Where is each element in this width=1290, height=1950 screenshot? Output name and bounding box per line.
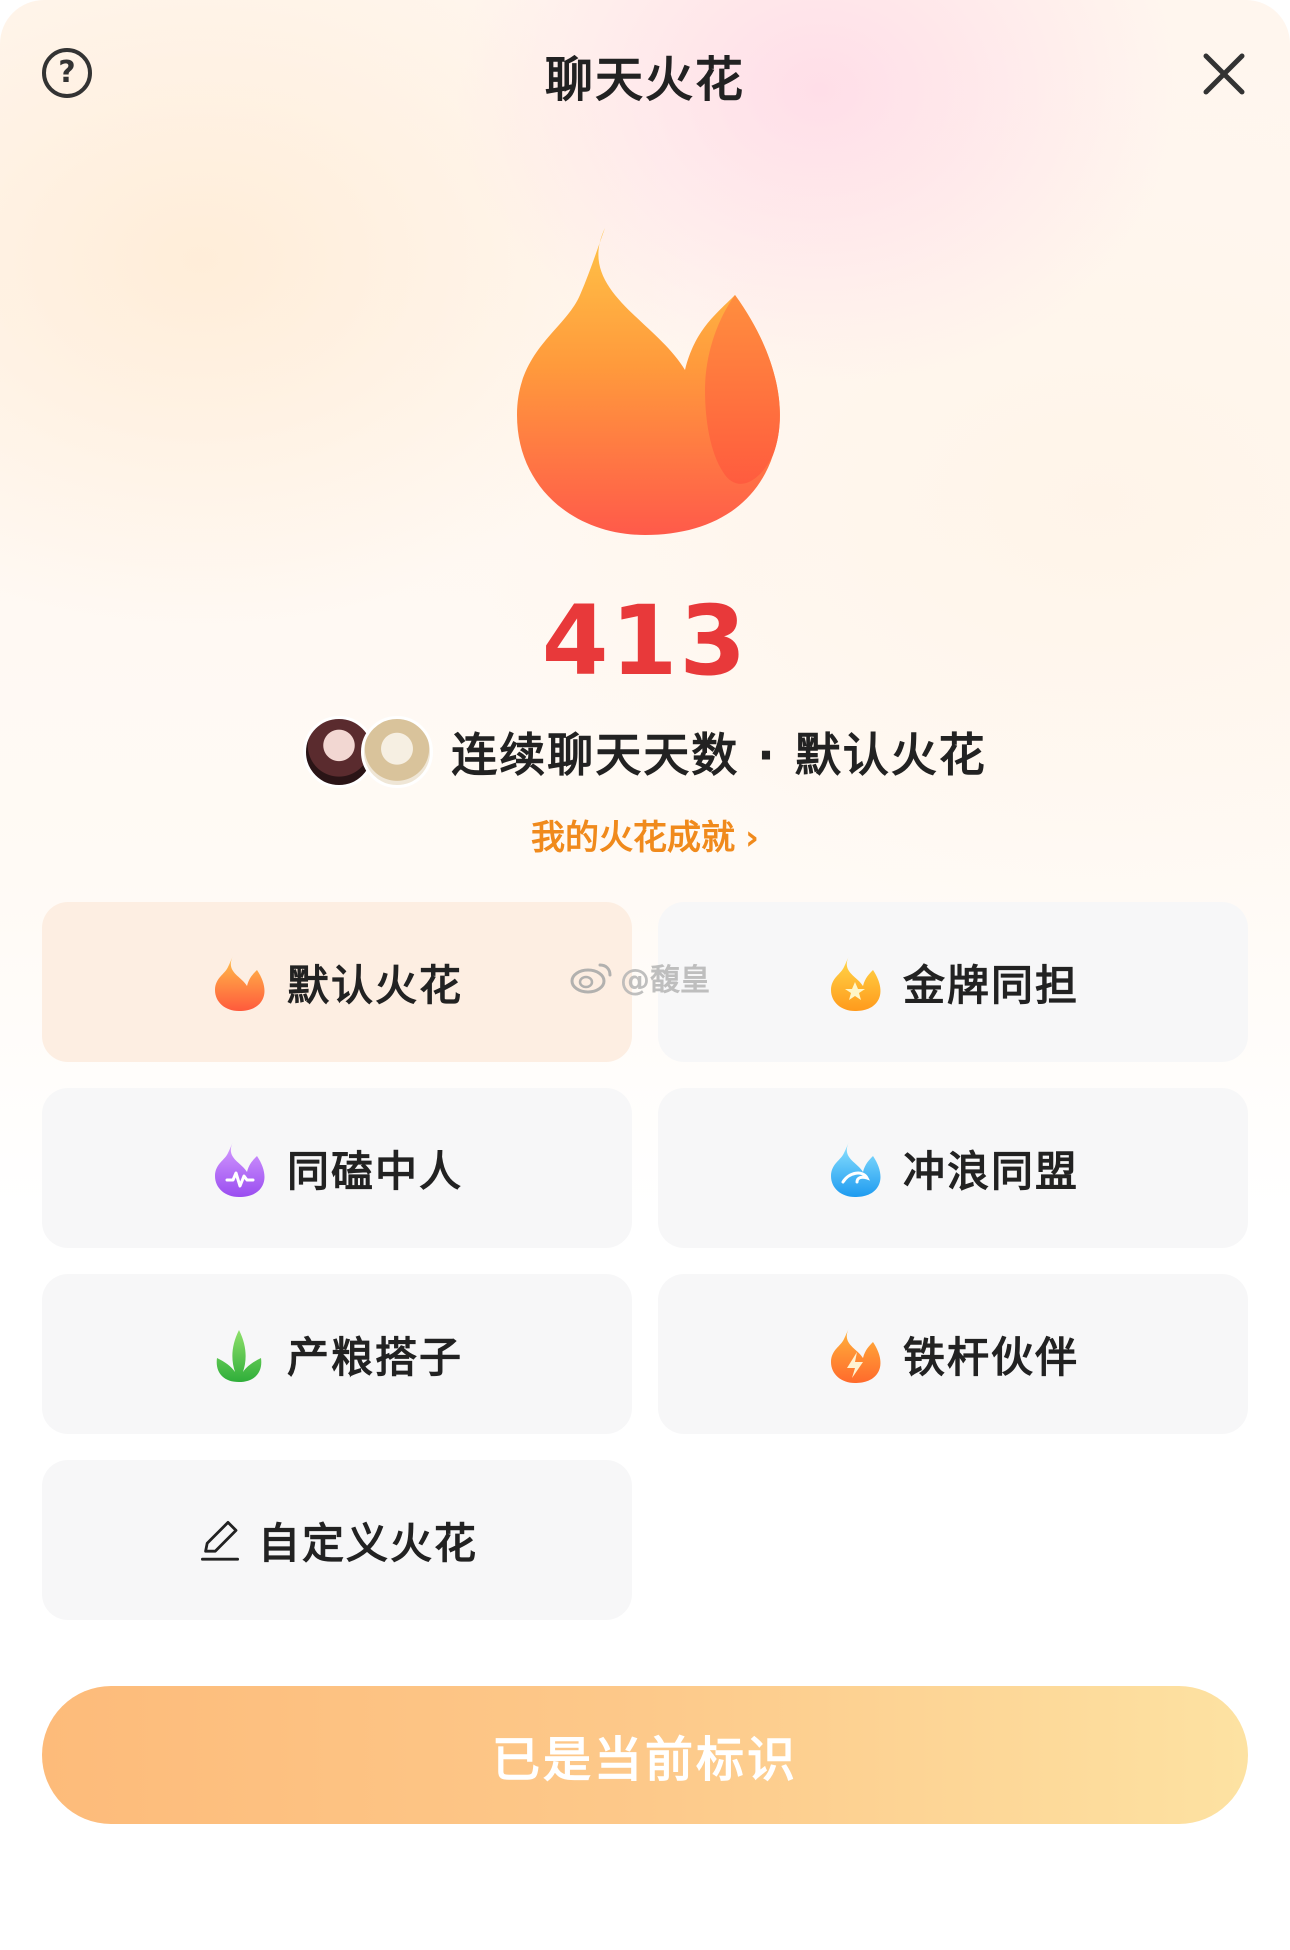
spark-option-label: 冲浪同盟 <box>902 1146 1079 1196</box>
flame-wave-blue-icon <box>830 1142 881 1197</box>
flame-purple-icon <box>214 1142 265 1197</box>
days-count: 413 <box>541 585 749 697</box>
achievements-link[interactable]: 我的火花成就 › <box>0 810 1290 859</box>
close-icon[interactable] <box>1198 48 1250 100</box>
avatar-pair <box>303 714 435 790</box>
spark-option-label: 金牌同担 <box>902 960 1079 1010</box>
flame-lightning-icon <box>830 1328 881 1383</box>
flame-orange-icon <box>214 956 265 1011</box>
spark-option-label: 自定义火花 <box>257 1518 478 1568</box>
spark-option-loyal[interactable]: 铁杆伙伴 <box>658 1274 1248 1434</box>
watermark: @馥皇 <box>570 955 710 999</box>
weibo-logo-icon <box>570 963 612 994</box>
leaf-green-icon <box>216 1330 262 1382</box>
chevron-right-icon: › <box>744 818 759 858</box>
streak-text: 连续聊天天数 · 默认火花 <box>451 728 987 782</box>
spark-option-label: 默认火花 <box>286 960 463 1010</box>
watermark-text: @馥皇 <box>620 963 710 998</box>
spark-option-producer[interactable]: 产粮搭子 <box>42 1274 632 1434</box>
spark-option-custom[interactable]: 自定义火花 <box>42 1460 632 1620</box>
spark-option-label: 铁杆伙伴 <box>902 1332 1079 1382</box>
pencil-icon <box>200 1521 239 1561</box>
flame-icon <box>517 228 780 535</box>
flame-gold-star-icon <box>830 956 881 1011</box>
spark-option-label: 同磕中人 <box>286 1146 463 1196</box>
streak-row: 连续聊天天数 · 默认火花 <box>0 712 1290 792</box>
spark-option-default[interactable]: 默认火花 <box>42 902 632 1062</box>
achievements-label: 我的火花成就 <box>530 818 735 858</box>
spark-option-gold[interactable]: 金牌同担 <box>658 902 1248 1062</box>
current-badge-button[interactable]: 已是当前标识 <box>42 1686 1248 1824</box>
spark-option-surf[interactable]: 冲浪同盟 <box>658 1088 1248 1248</box>
spark-option-purple[interactable]: 同磕中人 <box>42 1088 632 1248</box>
spark-sheet: ? 聊天火花 413 连续聊天天数 · 默认火花 我的火花成就 › 默认火花 金… <box>0 0 1290 1950</box>
avatar <box>361 716 434 788</box>
page-title: 聊天火花 <box>544 52 745 108</box>
spark-option-label: 产粮搭子 <box>286 1332 463 1382</box>
